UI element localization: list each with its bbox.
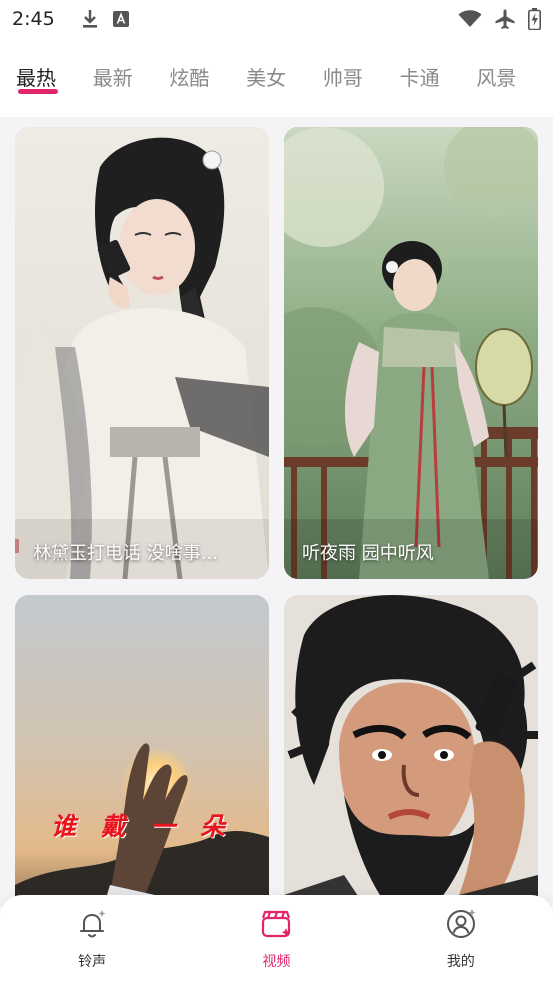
overlay-text: 谁 戴 一 朵 xyxy=(50,812,234,841)
wifi-icon xyxy=(458,10,482,28)
nav-videos[interactable]: 视频 xyxy=(184,895,368,984)
tab-cartoon[interactable]: 卡通 xyxy=(400,52,477,104)
profile-icon xyxy=(444,907,478,945)
video-thumbnail xyxy=(284,595,538,935)
download-icon xyxy=(81,9,99,29)
tab-label: 美女 xyxy=(246,66,287,90)
tab-newest[interactable]: 最新 xyxy=(93,52,170,104)
nav-label: 视频 xyxy=(262,954,291,970)
tab-cool[interactable]: 炫酷 xyxy=(169,52,246,104)
tab-label: 最热 xyxy=(16,66,56,90)
tab-label: 最新 xyxy=(92,66,133,90)
nav-ringtones[interactable]: 铃声 xyxy=(0,895,184,984)
tab-label: 风景 xyxy=(476,66,517,90)
nav-label: 铃声 xyxy=(78,954,107,970)
video-card[interactable] xyxy=(284,595,538,935)
tab-label: 卡通 xyxy=(399,66,440,90)
video-clapper-icon xyxy=(259,907,293,945)
video-feed[interactable]: 林黛玉打电话 没啥事... 听夜雨 园中听风 谁 戴 一 朵 xyxy=(0,117,553,935)
status-time: 2:45 xyxy=(12,8,55,30)
video-caption: 听夜雨 园中听风 xyxy=(302,543,434,564)
video-card[interactable]: 谁 戴 一 朵 xyxy=(15,595,269,935)
tab-label: 炫酷 xyxy=(169,66,210,90)
nav-profile[interactable]: 我的 xyxy=(369,895,553,984)
airplane-mode-icon xyxy=(494,8,516,30)
bottom-navigation: 铃声 视频 我的 xyxy=(0,895,553,984)
app-screen: 2:45 最热 最新 炫酷 美女 帅哥 卡通 风景 林黛玉打电话 没啥事... … xyxy=(0,0,553,984)
status-bar: 2:45 xyxy=(0,0,553,38)
video-thumbnail xyxy=(15,127,269,579)
video-caption: 林黛玉打电话 没啥事... xyxy=(33,543,218,564)
tab-hottest[interactable]: 最热 xyxy=(16,52,93,104)
bell-icon xyxy=(75,907,109,945)
tab-beauty[interactable]: 美女 xyxy=(246,52,323,104)
keyboard-a-icon xyxy=(112,11,129,27)
nav-label: 我的 xyxy=(446,954,475,970)
tab-scenery[interactable]: 风景 xyxy=(476,52,553,104)
battery-charging-icon xyxy=(528,8,541,30)
video-thumbnail xyxy=(15,595,269,935)
category-tabs: 最热 最新 炫酷 美女 帅哥 卡通 风景 xyxy=(0,52,553,104)
tab-handsome[interactable]: 帅哥 xyxy=(323,52,400,104)
video-card[interactable]: 林黛玉打电话 没啥事... xyxy=(15,127,269,579)
tab-label: 帅哥 xyxy=(322,66,363,90)
status-right-icons xyxy=(458,8,541,30)
video-thumbnail xyxy=(284,127,538,579)
video-card[interactable]: 听夜雨 园中听风 xyxy=(284,127,538,579)
